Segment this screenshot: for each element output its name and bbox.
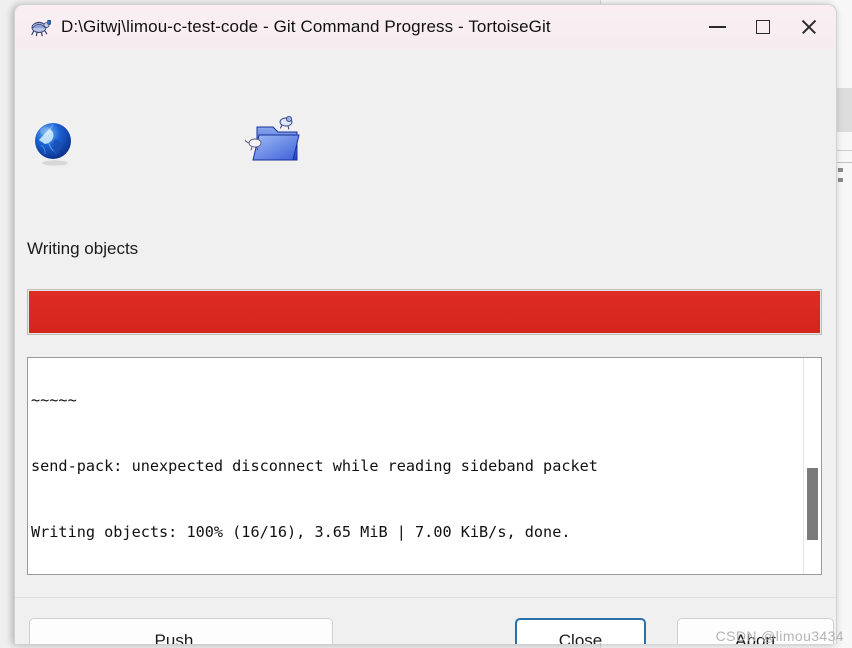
background-window-marker xyxy=(838,168,843,172)
maximize-icon xyxy=(756,20,770,34)
title-bar[interactable]: D:\Gitwj\limou-c-test-code - Git Command… xyxy=(15,5,836,49)
button-bar-divider xyxy=(15,597,836,598)
maximize-button[interactable] xyxy=(740,5,786,49)
push-button-label: Push... xyxy=(154,631,208,644)
log-output-text: ~~~~~ send-pack: unexpected disconnect w… xyxy=(31,358,801,574)
progress-bar-fill xyxy=(29,291,820,333)
globe-icon xyxy=(31,119,79,167)
log-line: send-pack: unexpected disconnect while r… xyxy=(31,457,598,475)
background-window-divider xyxy=(836,162,852,163)
tortoise-git-icon xyxy=(29,16,51,38)
close-button[interactable] xyxy=(786,5,832,49)
window-controls xyxy=(694,5,832,49)
status-label: Writing objects xyxy=(27,239,139,258)
progress-bar xyxy=(27,289,822,335)
watermark: CSDN @limou3434 xyxy=(715,628,844,644)
log-line: Writing objects: 100% (16/16), 3.65 MiB … xyxy=(31,523,571,541)
background-window-strip xyxy=(836,88,852,132)
close-dialog-button[interactable]: Close xyxy=(515,618,646,644)
log-output-panel[interactable]: ~~~~~ send-pack: unexpected disconnect w… xyxy=(27,357,822,575)
log-scrollbar-thumb[interactable] xyxy=(807,468,818,540)
minimize-button[interactable] xyxy=(694,5,740,49)
close-dialog-button-label: Close xyxy=(558,631,603,644)
background-window-divider xyxy=(836,150,852,151)
dialog-client-area: Writing objects ~~~~~ send-pack: unexpec… xyxy=(15,49,836,644)
push-button[interactable]: Push... xyxy=(29,618,333,644)
log-scrollbar[interactable] xyxy=(803,358,821,574)
minimize-icon xyxy=(708,26,726,28)
git-command-progress-dialog: D:\Gitwj\limou-c-test-code - Git Command… xyxy=(14,4,837,644)
folder-icon xyxy=(243,113,305,169)
window-title: D:\Gitwj\limou-c-test-code - Git Command… xyxy=(61,17,551,36)
close-icon xyxy=(800,18,818,36)
background-window-marker xyxy=(838,178,843,182)
log-clipped-line: ~~~~~ xyxy=(31,391,77,409)
